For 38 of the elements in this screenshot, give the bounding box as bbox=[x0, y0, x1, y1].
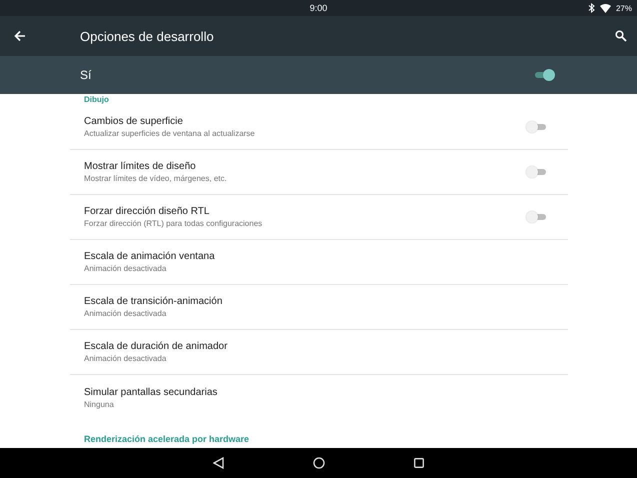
settings-item[interactable]: Escala de transición-animación Animación desactivada bbox=[70, 285, 568, 330]
settings-item[interactable]: Forzar dirección diseño RTL Forzar dirección (RTL) para todas configuraciones bbox=[70, 195, 568, 240]
switch-label: Sí bbox=[80, 68, 92, 82]
master-switch[interactable] bbox=[533, 69, 555, 81]
battery-percentage: 27% bbox=[616, 4, 632, 12]
screen-title: Opciones de desarrollo bbox=[80, 28, 215, 44]
settings-item[interactable]: Cambios de superficie Actualizar superficies de ventana al actualizarse bbox=[70, 105, 568, 150]
back-arrow-icon[interactable] bbox=[14, 30, 26, 42]
item-title: Simular pantallas secundarias bbox=[84, 386, 218, 398]
section-header: Renderización acelerada por hardware bbox=[83, 433, 250, 445]
settings-item[interactable]: Escala de duración de animador Animación desactivada bbox=[70, 330, 568, 375]
item-title: Escala de duración de animador bbox=[84, 341, 228, 352]
item-summary: Animación desactivada bbox=[84, 354, 168, 363]
recents-icon[interactable] bbox=[414, 458, 424, 468]
item-summary: Actualizar superficies de ventana al actualizarse bbox=[84, 129, 256, 138]
item-title: Escala de transición-animación bbox=[84, 296, 224, 307]
clock: 9:00 bbox=[310, 3, 328, 13]
bluetooth-icon bbox=[588, 3, 595, 13]
item-summary: Mostrar límites de vídeo, márgenes, etc. bbox=[84, 174, 228, 183]
item-title: Cambios de superficie bbox=[84, 116, 184, 127]
wifi-icon bbox=[600, 4, 611, 12]
toggle-switch[interactable] bbox=[526, 121, 548, 133]
toggle-switch[interactable] bbox=[526, 166, 548, 178]
home-icon[interactable] bbox=[313, 457, 325, 469]
search-icon[interactable] bbox=[615, 30, 627, 42]
toggle-switch[interactable] bbox=[526, 211, 548, 223]
item-title: Mostrar límites de diseño bbox=[84, 161, 197, 172]
item-summary: Forzar dirección (RTL) para todas configuraciones bbox=[84, 219, 264, 228]
item-summary: Animación desactivada bbox=[84, 309, 168, 318]
item-summary: Ninguna bbox=[84, 400, 115, 408]
item-summary: Animación desactivada bbox=[84, 264, 168, 273]
settings-item[interactable]: Simular pantallas secundarias Ninguna bbox=[70, 375, 568, 420]
item-title: Escala de animación ventana bbox=[84, 251, 216, 262]
item-title: Forzar dirección diseño RTL bbox=[84, 206, 210, 217]
settings-item[interactable]: Escala de animación ventana Animación desactivada bbox=[70, 240, 568, 285]
section-header: Dibujo bbox=[83, 94, 110, 105]
settings-item[interactable]: Mostrar límites de diseño Mostrar límites de vídeo, márgenes, etc. bbox=[70, 150, 568, 195]
back-icon[interactable] bbox=[213, 457, 224, 469]
